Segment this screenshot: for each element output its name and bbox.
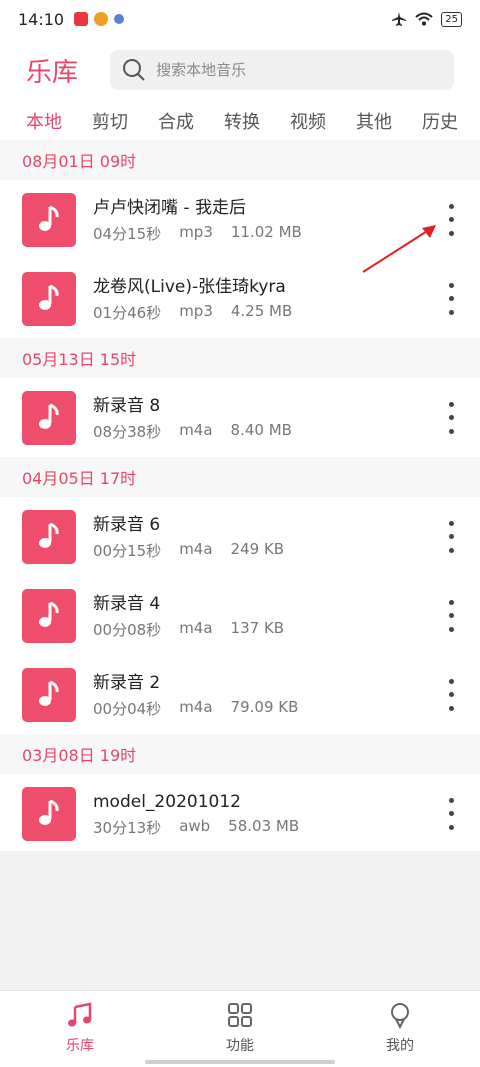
bottom-navigation: 乐库 功能 我的 bbox=[0, 990, 480, 1067]
tab-cut[interactable]: 剪切 bbox=[92, 108, 128, 134]
song-format: m4a bbox=[179, 697, 213, 716]
music-note-icon bbox=[22, 509, 76, 564]
song-title: 新录音 8 bbox=[93, 395, 161, 416]
song-format: m4a bbox=[179, 539, 213, 558]
status-right: 25 bbox=[391, 11, 462, 27]
nav-label: 功能 bbox=[226, 1038, 254, 1054]
annotation-arrow bbox=[362, 225, 436, 273]
tab-local[interactable]: 本地 bbox=[26, 108, 62, 134]
battery-icon: 25 bbox=[441, 11, 462, 27]
song-size: 4.25 MB bbox=[230, 301, 293, 320]
list-item[interactable]: 新录音 2 00分04秒 m4a 79.09 KB bbox=[0, 655, 480, 734]
song-title: model_20201012 bbox=[93, 791, 241, 812]
list-item[interactable]: 新录音 8 08分38秒 m4a 8.40 MB bbox=[0, 378, 480, 457]
song-size: 79.09 KB bbox=[230, 697, 299, 716]
status-bar: 14:10 25 bbox=[0, 0, 480, 38]
music-note-icon bbox=[22, 192, 76, 247]
song-size: 8.40 MB bbox=[230, 420, 292, 439]
date-group-header: 05月13日 15时 bbox=[0, 338, 480, 378]
wifi-icon bbox=[415, 12, 433, 26]
baidu-icon bbox=[114, 14, 125, 24]
profile-icon bbox=[391, 1003, 409, 1029]
music-note-icon bbox=[22, 588, 76, 643]
search-input[interactable] bbox=[156, 61, 437, 79]
app-notification-icon bbox=[74, 12, 89, 26]
weibo-icon bbox=[94, 12, 109, 26]
more-options-icon[interactable] bbox=[440, 517, 462, 557]
nav-profile[interactable]: 我的 bbox=[320, 991, 480, 1067]
song-duration: 08分38秒 bbox=[93, 422, 162, 441]
song-size: 11.02 MB bbox=[230, 222, 302, 241]
more-options-icon[interactable] bbox=[440, 596, 462, 636]
song-duration: 30分13秒 bbox=[93, 818, 162, 837]
song-title: 卢卢快闭嘴 - 我走后 bbox=[93, 197, 246, 218]
song-format: mp3 bbox=[179, 222, 213, 241]
app-header: 乐库 bbox=[0, 38, 480, 102]
more-options-icon[interactable] bbox=[440, 398, 462, 438]
more-options-icon[interactable] bbox=[440, 279, 462, 319]
song-duration: 00分04秒 bbox=[93, 699, 162, 718]
tab-convert[interactable]: 转换 bbox=[224, 108, 260, 134]
song-title: 新录音 2 bbox=[93, 672, 161, 693]
search-bar[interactable] bbox=[110, 50, 454, 90]
page-title: 乐库 bbox=[26, 57, 79, 88]
song-size: 249 KB bbox=[230, 539, 285, 558]
nav-label: 我的 bbox=[386, 1038, 414, 1054]
music-note-icon bbox=[22, 390, 76, 445]
status-time: 14:10 bbox=[18, 9, 65, 29]
nav-functions[interactable]: 功能 bbox=[160, 991, 320, 1067]
song-format: m4a bbox=[179, 420, 213, 439]
more-options-icon[interactable] bbox=[440, 200, 462, 240]
song-duration: 00分08秒 bbox=[93, 620, 162, 639]
nav-label: 乐库 bbox=[66, 1038, 94, 1054]
notification-icons bbox=[74, 12, 125, 26]
song-size: 58.03 MB bbox=[228, 816, 300, 835]
song-size: 137 KB bbox=[230, 618, 285, 637]
song-format: awb bbox=[179, 816, 211, 835]
tab-video[interactable]: 视频 bbox=[290, 108, 326, 134]
list-item[interactable]: model_20201012 30分13秒 awb 58.03 MB bbox=[0, 774, 480, 853]
tab-other[interactable]: 其他 bbox=[356, 108, 392, 134]
more-options-icon[interactable] bbox=[440, 794, 462, 834]
music-note-icon bbox=[22, 271, 76, 326]
nav-library[interactable]: 乐库 bbox=[0, 991, 160, 1067]
date-group-header: 04月05日 17时 bbox=[0, 457, 480, 497]
date-group-header: 08月01日 09时 bbox=[0, 140, 480, 180]
song-title: 新录音 6 bbox=[93, 514, 161, 535]
music-note-icon bbox=[22, 667, 76, 722]
song-title: 龙卷风(Live)-张佳琦kyra bbox=[93, 276, 286, 297]
song-format: m4a bbox=[179, 618, 213, 637]
song-title: 新录音 4 bbox=[93, 593, 161, 614]
date-group-header: 03月08日 19时 bbox=[0, 734, 480, 774]
list-item[interactable]: 新录音 6 00分15秒 m4a 249 KB bbox=[0, 497, 480, 576]
music-note-icon bbox=[22, 786, 76, 841]
tab-merge[interactable]: 合成 bbox=[158, 108, 194, 134]
list-item[interactable]: 新录音 4 00分08秒 m4a 137 KB bbox=[0, 576, 480, 655]
tab-history[interactable]: 历史 bbox=[422, 108, 458, 134]
song-duration: 00分15秒 bbox=[93, 541, 162, 560]
song-duration: 01分46秒 bbox=[93, 303, 162, 322]
song-format: mp3 bbox=[179, 301, 213, 320]
home-indicator bbox=[145, 1060, 335, 1064]
music-note-icon bbox=[68, 1002, 92, 1027]
search-icon bbox=[123, 59, 145, 81]
airplane-icon bbox=[392, 12, 407, 26]
more-options-icon[interactable] bbox=[440, 675, 462, 715]
song-duration: 04分15秒 bbox=[93, 224, 162, 243]
category-tabs: 本地 剪切 合成 转换 视频 其他 历史 bbox=[0, 102, 480, 140]
grid-icon bbox=[228, 1003, 252, 1027]
